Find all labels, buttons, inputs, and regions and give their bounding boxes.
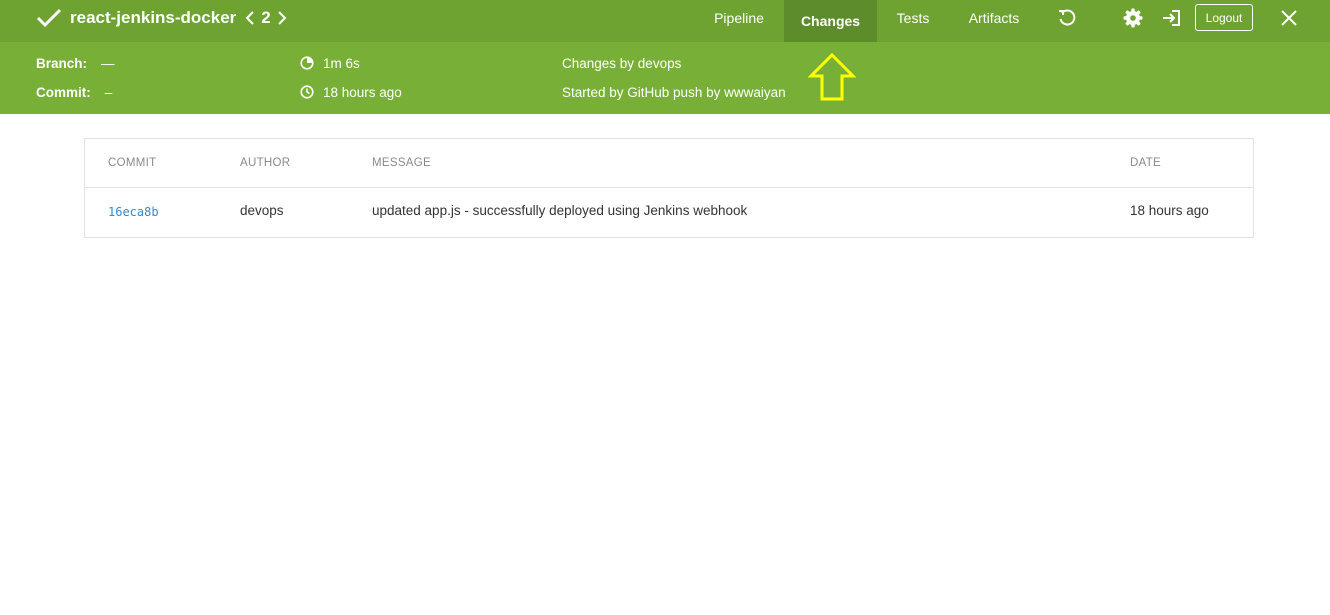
commit-info: Commit: – (36, 82, 112, 102)
commit-message: updated app.js - successfully deployed u… (372, 203, 748, 218)
branch-label: Branch: (36, 55, 88, 71)
logout-button[interactable]: Logout (1195, 4, 1253, 31)
run-summary-bar: Branch: — Commit: – 1m 6s 18 hours ago C… (0, 42, 1330, 114)
finished-info: 18 hours ago (300, 82, 402, 102)
duration-icon (300, 56, 314, 70)
branch-value: — (101, 55, 115, 71)
commit-date: 18 hours ago (1130, 203, 1209, 218)
commit-hash-link[interactable]: 16eca8b (108, 205, 159, 219)
duration-value: 1m 6s (323, 55, 360, 71)
started-by: Started by GitHub push by wwwaiyan (562, 84, 786, 100)
annotation-arrow-icon (808, 52, 856, 101)
column-header-message: MESSAGE (372, 157, 431, 169)
tab-pipeline[interactable]: Pipeline (696, 0, 782, 36)
exit-icon[interactable] (1158, 5, 1184, 31)
chevron-left-icon[interactable] (242, 0, 258, 36)
finished-value: 18 hours ago (323, 84, 402, 100)
commit-author: devops (240, 203, 284, 218)
table-header: COMMIT AUTHOR MESSAGE DATE (85, 139, 1253, 188)
gear-icon[interactable] (1120, 5, 1146, 31)
changes-table: COMMIT AUTHOR MESSAGE DATE 16eca8b devop… (84, 138, 1254, 238)
run-title-group: react-jenkins-docker 2 (36, 0, 290, 36)
tab-changes[interactable]: Changes (784, 0, 877, 42)
changes-by: Changes by devops (562, 55, 682, 71)
commit-label: Commit: (36, 84, 91, 100)
close-icon[interactable] (1276, 5, 1302, 31)
chevron-right-icon[interactable] (274, 0, 290, 36)
branch-info: Branch: — (36, 53, 115, 73)
column-header-author: AUTHOR (240, 157, 291, 169)
tab-artifacts[interactable]: Artifacts (954, 0, 1034, 36)
tab-tests[interactable]: Tests (884, 0, 942, 36)
pipeline-title[interactable]: react-jenkins-docker (70, 8, 236, 28)
replay-icon[interactable] (1054, 5, 1080, 31)
clock-icon (300, 85, 314, 99)
duration-info: 1m 6s (300, 53, 360, 73)
column-header-commit: COMMIT (108, 157, 157, 169)
check-icon (36, 6, 62, 30)
column-header-date: DATE (1130, 157, 1162, 169)
run-number: 2 (261, 8, 271, 27)
top-bar: react-jenkins-docker 2 Pipeline Changes … (0, 0, 1330, 42)
table-row: 16eca8b devops updated app.js - successf… (85, 188, 1253, 237)
commit-value: – (104, 84, 113, 100)
